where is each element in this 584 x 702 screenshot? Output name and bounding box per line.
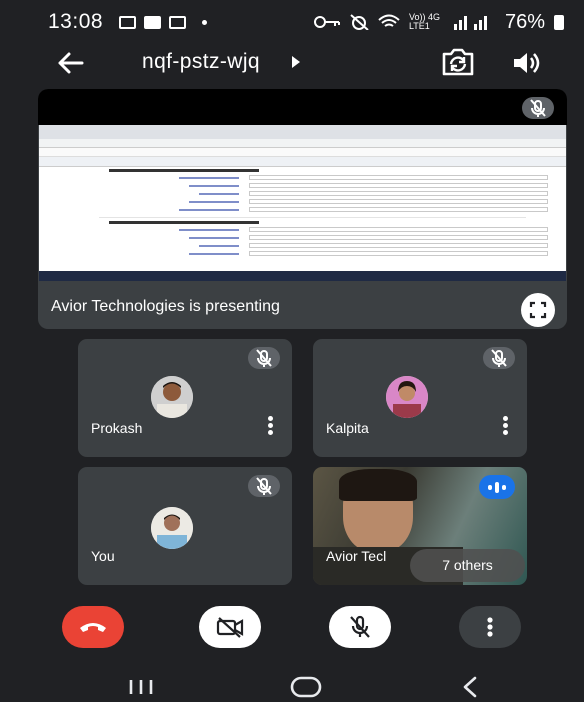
participant-more-icon[interactable] — [268, 416, 274, 436]
shared-browser-tabs — [39, 125, 566, 139]
youtube-icon — [144, 15, 162, 29]
shared-screen-content — [39, 125, 566, 281]
shared-browser-bookmarks — [39, 148, 566, 157]
presenter-mic-off-icon — [522, 97, 554, 119]
shared-row-label — [179, 177, 239, 179]
home-icon[interactable] — [290, 676, 322, 698]
camera-toggle-button[interactable] — [199, 606, 261, 648]
shared-row-field — [249, 251, 548, 256]
fullscreen-icon — [529, 301, 547, 319]
others-badge[interactable]: 7 others — [410, 549, 525, 582]
battery-percent: 76% — [504, 10, 545, 33]
participant-name: Prokash — [91, 420, 143, 436]
shared-row-label — [189, 237, 239, 239]
camera-off-icon — [216, 617, 244, 638]
more-notifications-icon — [202, 19, 208, 25]
shared-row-field — [249, 175, 548, 180]
more-options-button[interactable] — [459, 606, 521, 648]
end-call-icon — [80, 623, 106, 632]
end-call-button[interactable] — [62, 606, 124, 648]
fullscreen-button[interactable] — [521, 293, 555, 327]
participant-name: Kalpita — [326, 420, 369, 436]
mic-off-icon — [483, 347, 515, 369]
avatar — [151, 376, 193, 418]
network-label: Vo)) 4G LTE1 — [408, 12, 440, 31]
shared-row-label — [179, 209, 239, 211]
mic-off-icon — [248, 347, 280, 369]
speaking-indicator-icon — [479, 475, 515, 499]
meeting-details-caret-icon[interactable] — [292, 56, 300, 68]
shared-section-heading — [109, 221, 259, 224]
participant-tile-kalpita[interactable]: Kalpita — [313, 339, 527, 457]
shared-row-label — [199, 193, 239, 195]
mic-off-icon — [350, 615, 370, 638]
shared-row-field — [249, 243, 548, 248]
avatar — [151, 507, 193, 549]
shared-sheet-ruler — [39, 157, 566, 167]
mic-toggle-button[interactable] — [329, 606, 391, 648]
shared-row-field — [249, 227, 548, 232]
gallery-icon — [169, 15, 187, 29]
back-arrow-icon[interactable] — [55, 48, 85, 78]
presentation-caption: Avior Technologies is presenting — [51, 298, 280, 315]
system-icons: Vo)) 4G LTE1 76% — [313, 10, 564, 34]
key-icon — [313, 16, 340, 28]
speaker-icon[interactable] — [512, 50, 540, 76]
shared-browser-address-bar — [39, 139, 566, 148]
shared-row-label — [189, 253, 239, 255]
system-nav-bar — [0, 660, 584, 702]
shared-row-label — [199, 245, 239, 247]
participant-video-hair — [339, 469, 417, 501]
status-bar: 13:08 Vo)) 4G LTE1 76% — [0, 0, 584, 44]
participant-tile-prokash[interactable]: Prokash — [78, 339, 292, 457]
status-time: 13:08 — [48, 10, 104, 33]
shared-windows-taskbar — [39, 271, 566, 281]
participant-more-icon[interactable] — [503, 416, 509, 436]
more-vert-icon — [487, 617, 493, 637]
back-nav-icon[interactable] — [462, 676, 478, 698]
shared-row-field — [249, 199, 548, 204]
meet-screen: 13:08 Vo)) 4G LTE1 76% nqf-pstz-wjq Avio… — [0, 0, 584, 702]
shared-row-field — [249, 183, 548, 188]
wifi-icon — [378, 14, 400, 27]
avatar — [386, 376, 428, 418]
meeting-code[interactable]: nqf-pstz-wjq — [142, 50, 260, 74]
participant-tile-self[interactable]: You — [78, 467, 292, 585]
battery-icon — [554, 14, 564, 30]
notification-icons — [119, 15, 208, 29]
shared-row-field — [249, 191, 548, 196]
shared-row-divider — [99, 217, 526, 218]
presentation-letterbox — [38, 89, 567, 125]
participant-name: Avior Tecl — [326, 548, 387, 564]
meeting-header: nqf-pstz-wjq — [0, 44, 584, 84]
signal-icon — [453, 16, 487, 30]
shared-section-heading — [109, 169, 259, 172]
shared-row-label — [189, 201, 239, 203]
recent-apps-icon[interactable] — [128, 678, 154, 696]
switch-camera-icon[interactable] — [440, 46, 476, 78]
alarm-off-icon — [350, 14, 369, 30]
shared-row-field — [249, 207, 548, 212]
shared-row-label — [179, 229, 239, 231]
shared-sheet-rows — [39, 167, 566, 271]
shared-row-label — [189, 185, 239, 187]
mic-off-icon — [248, 475, 280, 497]
participant-name: You — [91, 548, 115, 564]
screen-cast-icon — [119, 15, 137, 29]
shared-row-field — [249, 235, 548, 240]
presentation-tile[interactable]: Avior Technologies is presenting — [38, 89, 567, 329]
